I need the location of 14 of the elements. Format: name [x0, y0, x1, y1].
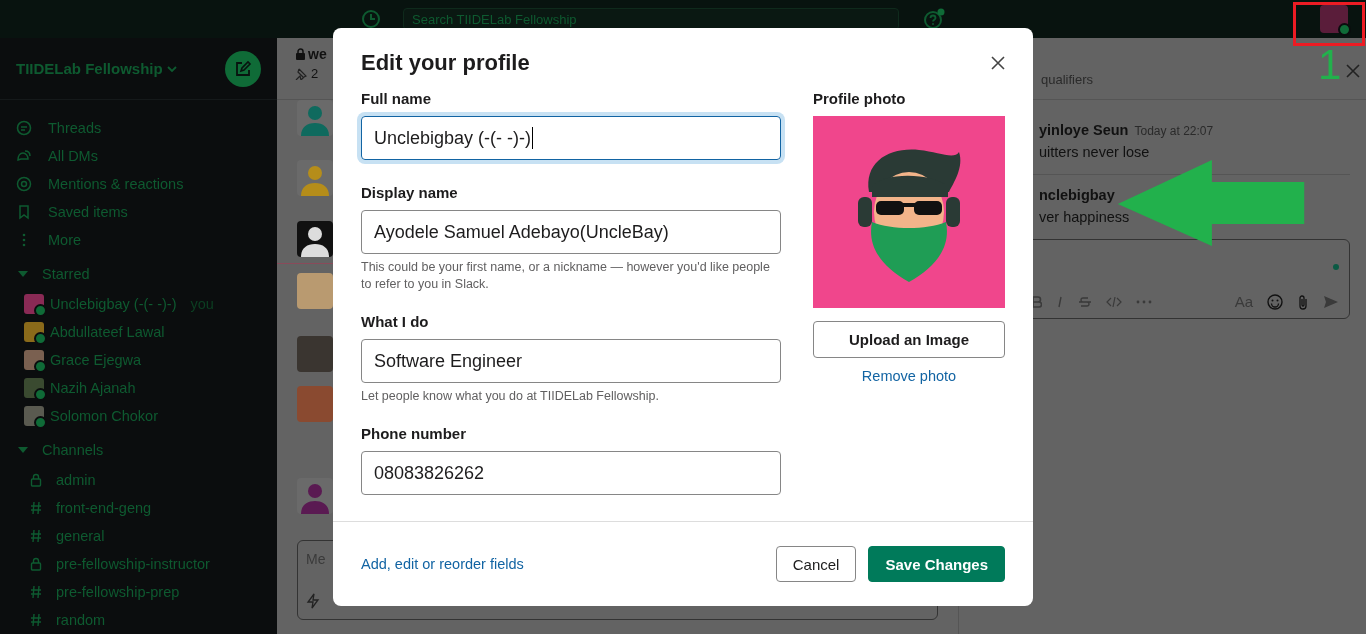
field-hint: Let people know what you do at TIIDELab Fellowship.: [361, 388, 660, 405]
thread-subtitle: qualifiers: [1041, 72, 1094, 87]
field-label: Full name: [361, 90, 432, 107]
channel-title: we: [308, 46, 327, 62]
message-time: Today at 22:07: [1134, 124, 1214, 138]
field-label: Profile photo: [813, 90, 907, 107]
field-label: Phone number: [361, 425, 467, 442]
message-text: uitters never lose: [1039, 144, 1151, 160]
step-number: 1: [1318, 44, 1342, 86]
field-label: What I do: [361, 313, 430, 330]
field-hint: This could be your first name, or a nickname — however you'd like people to refer to you in Slack.: [361, 259, 771, 293]
field-label: Display name: [361, 184, 459, 201]
dialog-title: Edit your profile: [361, 50, 530, 76]
message-text: ver happiness: [1039, 209, 1131, 225]
